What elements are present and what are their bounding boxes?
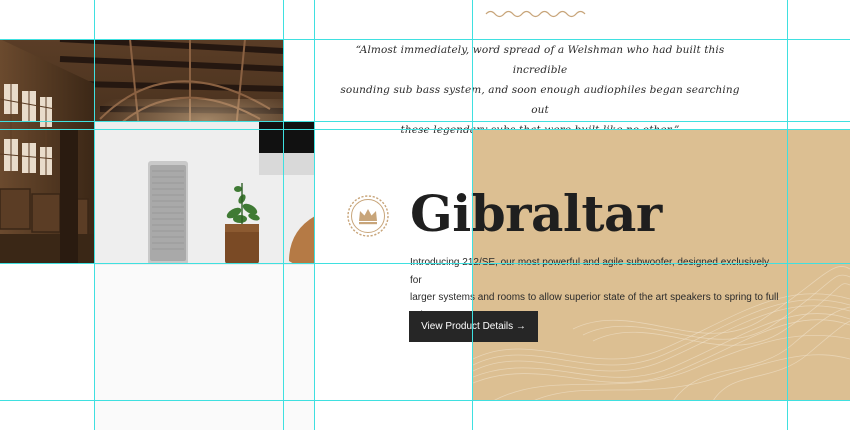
product-title: Gibraltar — [410, 184, 662, 243]
quote-line-2: sounding sub bass system, and soon enoug… — [340, 84, 740, 116]
testimonial-quote: “Almost immediately, word spread of a We… — [330, 40, 750, 140]
crown-icon — [347, 195, 389, 237]
description-line-1: Introducing 212/SE, our most powerful an… — [410, 257, 770, 286]
quote-line-1: “Almost immediately, word spread of a We… — [355, 44, 725, 76]
speaker-photo — [94, 121, 315, 430]
speaker-photo-image — [94, 121, 315, 430]
page: “Almost immediately, word spread of a We… — [0, 0, 850, 430]
wave-ornament-icon — [485, 10, 586, 18]
description-line-2: larger systems and rooms to allow superi… — [410, 292, 779, 303]
view-product-details-button[interactable]: View Product Details → — [409, 311, 538, 342]
